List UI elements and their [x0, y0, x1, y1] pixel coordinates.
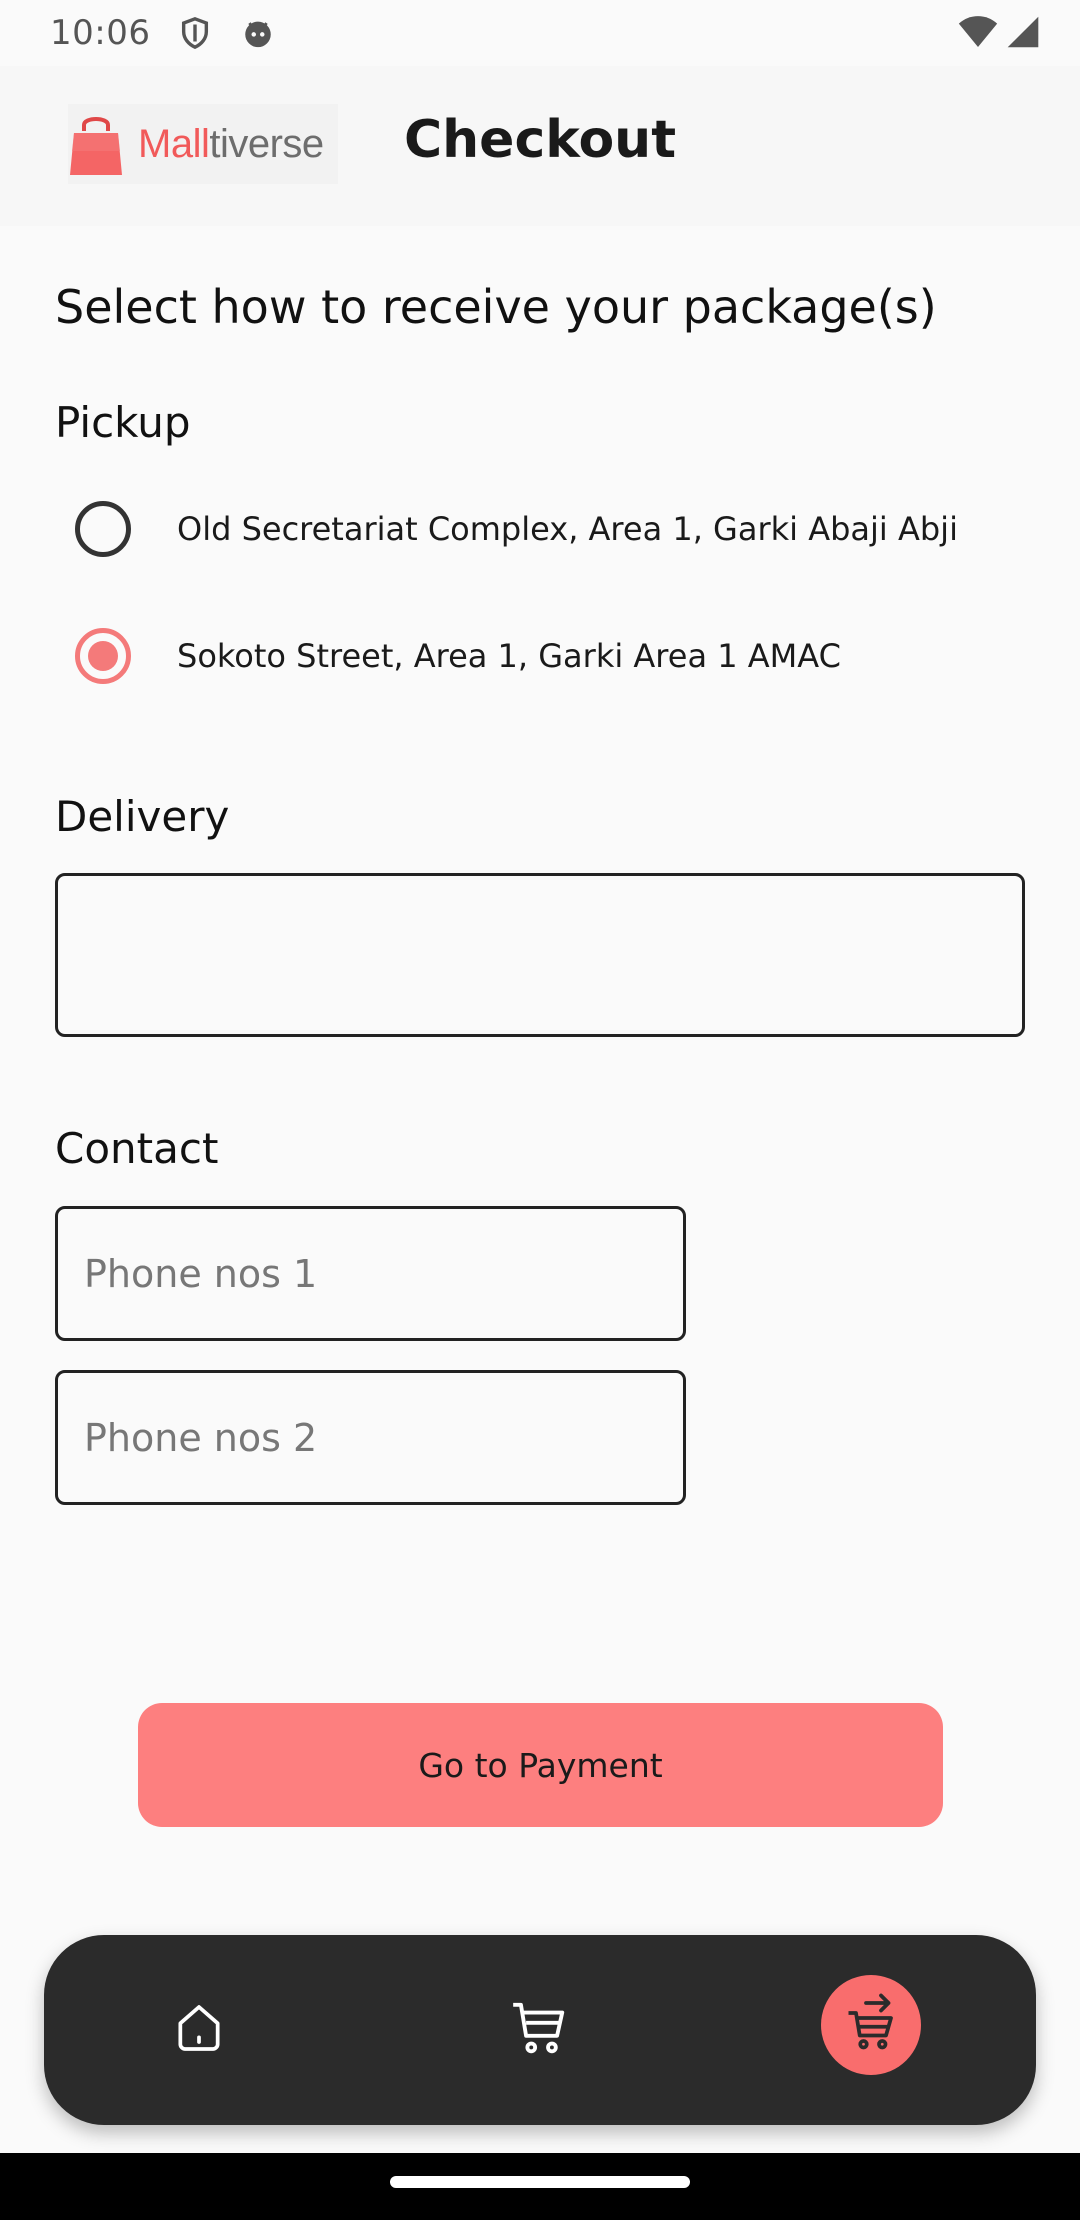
wifi-icon	[958, 14, 998, 59]
nav-checkout[interactable]	[821, 1975, 921, 2075]
pickup-option-old-secretariat[interactable]: Old Secretariat Complex, Area 1, Garki A…	[55, 484, 1025, 574]
radio-button-selected[interactable]	[75, 628, 131, 684]
phone-number-2-input[interactable]	[55, 1370, 686, 1505]
android-face-icon	[240, 16, 276, 50]
status-time: 10:06	[50, 13, 151, 53]
home-icon	[171, 2000, 227, 2060]
radio-button-unselected[interactable]	[75, 501, 131, 557]
go-to-payment-button[interactable]: Go to Payment	[138, 1703, 943, 1827]
checkout-cart-icon	[841, 1993, 901, 2057]
pickup-option-sokoto-street[interactable]: Sokoto Street, Area 1, Garki Area 1 AMAC	[55, 611, 1025, 701]
pickup-option-label: Old Secretariat Complex, Area 1, Garki A…	[177, 510, 958, 548]
system-gesture-bar	[0, 2153, 1080, 2220]
radio-dot	[88, 641, 118, 671]
brand-logo-text: Malltiverse	[138, 121, 324, 166]
contact-heading: Contact	[55, 1124, 219, 1173]
bottom-nav	[44, 1935, 1036, 2125]
pickup-option-label: Sokoto Street, Area 1, Garki Area 1 AMAC	[177, 637, 841, 675]
delivery-address-field[interactable]	[55, 873, 1025, 1037]
nav-cart[interactable]	[484, 1975, 594, 2085]
receive-method-heading: Select how to receive your package(s)	[55, 280, 937, 334]
signal-icon	[1006, 14, 1040, 59]
pickup-heading: Pickup	[55, 398, 191, 447]
cart-icon	[508, 1997, 570, 2063]
shopping-bag-icon	[70, 117, 122, 175]
status-bar: 10:06	[0, 0, 1080, 66]
delivery-heading: Delivery	[55, 792, 230, 841]
brand-logo: Malltiverse	[68, 104, 338, 184]
home-gesture-handle[interactable]	[390, 2176, 690, 2188]
phone-number-1-input[interactable]	[55, 1206, 686, 1341]
page-title: Checkout	[404, 110, 677, 170]
shield-icon	[178, 16, 212, 50]
app-header: Malltiverse Checkout	[0, 66, 1080, 226]
nav-home[interactable]	[144, 1975, 254, 2085]
